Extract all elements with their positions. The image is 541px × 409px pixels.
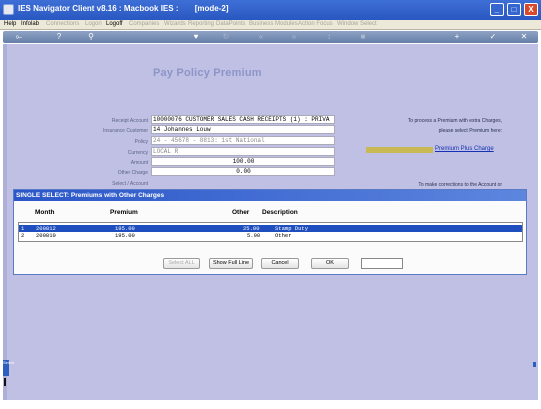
premium-info-line-2: please select Premium here: (438, 128, 502, 134)
row-month: 200812 (36, 225, 56, 232)
window-title-text: IES Navigator Client v8.16 : Macbook IES… (18, 4, 179, 13)
corrections-info: To make corrections to the Account or (418, 182, 502, 188)
row-description: Other (275, 232, 292, 239)
window-title: IES Navigator Client v8.16 : Macbook IES… (18, 4, 229, 13)
col-month-header[interactable]: Month (35, 209, 55, 216)
col-description-header[interactable]: Description (262, 209, 298, 216)
premium-plus-charge-link[interactable]: Premium Plus Charge (435, 146, 494, 152)
row-premium: 195.00 (115, 232, 135, 239)
menu-action-focus[interactable]: Action Focus (298, 21, 333, 27)
search-icon[interactable]: ⚲ (83, 32, 99, 42)
premium-info-line-1: To process a Premium with extra Charges, (407, 118, 502, 124)
menu-logon[interactable]: Logon (85, 21, 102, 27)
menu-companies[interactable]: Companies (129, 21, 159, 27)
dialog-search-input[interactable] (361, 258, 403, 269)
row-number: 1 (21, 225, 25, 232)
other-charge-label: Other Charge (117, 170, 148, 176)
maximize-button[interactable]: □ (507, 3, 521, 16)
amount-field[interactable]: 100.00 (151, 157, 335, 166)
refresh-icon[interactable]: ↻ (218, 32, 234, 42)
menu-window-select[interactable]: Window Select (337, 21, 377, 27)
side-select-badge[interactable]: Select (3, 360, 14, 376)
title-bar: IES Navigator Client v8.16 : Macbook IES… (0, 0, 541, 20)
insurance-customer-field[interactable]: 14 Johannes Louw (151, 125, 335, 134)
policy-label: Policy (134, 139, 148, 145)
last-record-icon[interactable]: » (286, 32, 302, 42)
first-record-icon[interactable]: « (253, 32, 269, 42)
policy-field[interactable]: 24 - 45678 - 8813: 1st National (151, 136, 335, 145)
other-charge-field[interactable]: 0.00 (151, 167, 335, 176)
currency-field[interactable]: LOCAL R (151, 147, 335, 156)
single-select-dialog: SINGLE SELECT: Premiums with Other Charg… (13, 189, 527, 275)
select-all-button[interactable]: Select ALL (163, 258, 200, 269)
dialog-title: SINGLE SELECT: Premiums with Other Charg… (14, 190, 526, 201)
page-title: Pay Policy Premium (153, 67, 262, 79)
cancel-button[interactable]: Cancel (261, 258, 299, 269)
right-edge-marker (533, 362, 536, 367)
select-account-label: Select / Account (112, 181, 148, 187)
menu-logoff[interactable]: Logoff (106, 21, 123, 27)
ok-button[interactable]: OK (311, 258, 349, 269)
table-row[interactable]: 1 200812 195.00 25.00 Stamp Duty (19, 225, 522, 232)
close-button[interactable]: X (524, 3, 538, 16)
row-number: 2 (21, 232, 25, 239)
check-icon[interactable]: ✓ (485, 32, 501, 42)
heart-icon[interactable]: ♥ (188, 32, 204, 42)
menu-bar: Help Infolab Connections Logon Logoff Co… (0, 20, 541, 30)
stop-icon[interactable]: ■ (355, 32, 371, 42)
receipt-account-field[interactable]: 10000076 CUSTOMER SALES CASH RECEIPTS (1… (151, 115, 335, 124)
menu-reporting[interactable]: Reporting (188, 21, 214, 27)
row-description: Stamp Duty (275, 225, 309, 232)
row-other: 5.00 (247, 232, 261, 239)
insurance-customer-label: Insurance Customer (102, 128, 148, 134)
menu-datapoints[interactable]: DataPoints (216, 21, 245, 27)
row-other: 25.00 (243, 225, 260, 232)
premiums-grid: 1 200812 195.00 25.00 Stamp Duty 2 20081… (18, 222, 523, 242)
lock-icon[interactable]: ↕ (321, 32, 337, 42)
back-icon[interactable]: ⟜ (9, 32, 29, 42)
window-mode: [mode-2] (194, 4, 229, 13)
receipt-account-label: Receipt Account (111, 118, 148, 124)
side-strip (3, 44, 7, 400)
minimize-button[interactable]: _ (490, 3, 504, 16)
row-premium: 195.00 (115, 225, 135, 232)
add-icon[interactable]: + (449, 32, 465, 42)
menu-infolab[interactable]: Infolab (21, 21, 39, 27)
row-month: 200810 (36, 232, 56, 239)
app-icon (3, 4, 14, 15)
currency-label: Currency (127, 150, 148, 156)
show-full-line-button[interactable]: Show Full Line (209, 258, 253, 269)
menu-connections[interactable]: Connections (46, 21, 79, 27)
col-premium-header[interactable]: Premium (110, 209, 138, 216)
highlight-marker (366, 147, 433, 153)
menu-help[interactable]: Help (4, 21, 16, 27)
toolbar: ⟜ ? ⚲ ♥ ↻ « » ↕ ■ + ✓ ✕ (3, 31, 538, 43)
side-marker-icon (4, 378, 6, 386)
menu-wizards[interactable]: Wizards (164, 21, 186, 27)
help-icon[interactable]: ? (51, 32, 67, 42)
col-other-header[interactable]: Other (232, 209, 249, 216)
cancel-icon[interactable]: ✕ (516, 32, 532, 42)
menu-business-modules[interactable]: Business Modules (249, 21, 298, 27)
amount-label: Amount (130, 160, 148, 166)
table-row[interactable]: 2 200810 195.00 5.00 Other (19, 232, 522, 239)
